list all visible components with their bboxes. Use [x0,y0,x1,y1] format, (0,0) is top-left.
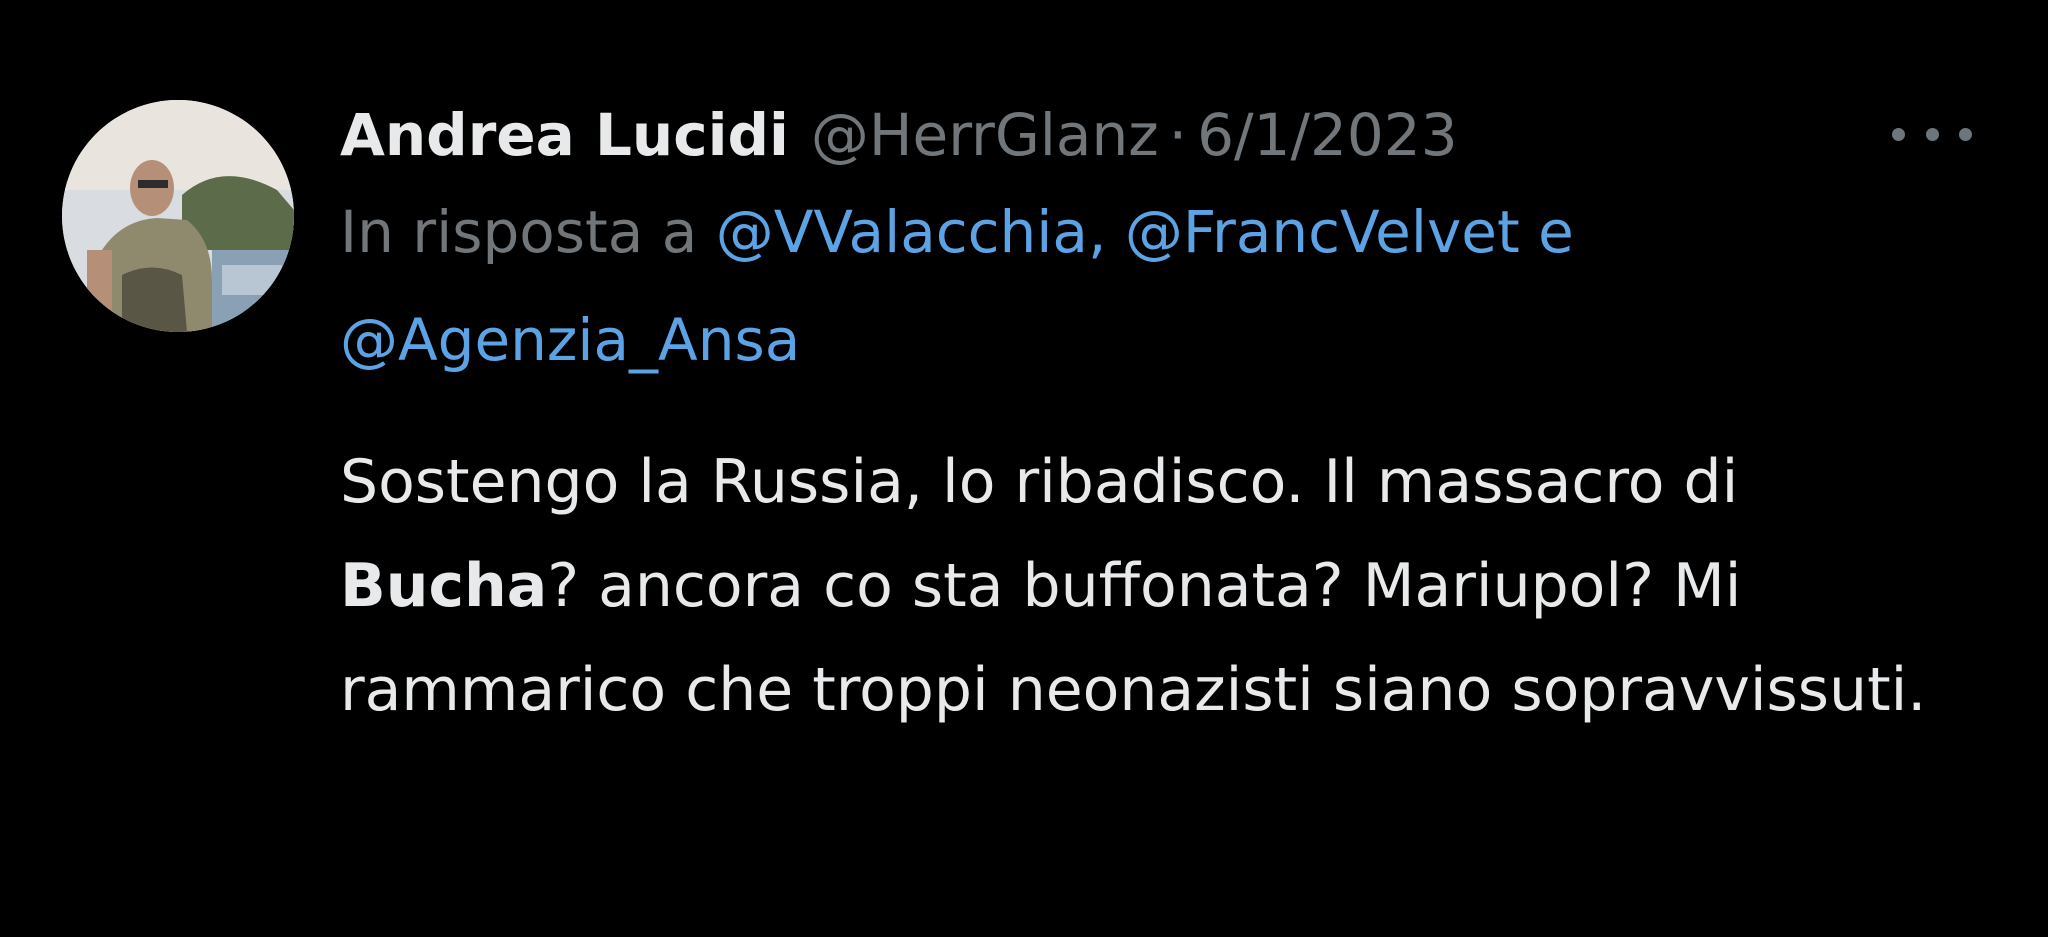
tweet-text: Sostengo la Russia, lo ribadisco. Il mas… [340,430,1980,742]
mention-link[interactable]: @FrancVelvet [1125,198,1520,266]
tweet-content: Andrea Lucidi @HerrGlanz · 6/1/2023 In r… [340,92,1980,742]
ellipsis-dot [1959,127,1972,141]
reply-prefix: In risposta a [340,198,698,266]
ellipsis-dot [1892,127,1905,141]
header-separator: · [1168,101,1188,169]
reply-context: In risposta a @VValacchia, @FrancVelvet … [340,178,1860,394]
tweet-text-bold: Bucha [340,551,548,621]
author-name[interactable]: Andrea Lucidi [340,92,789,178]
tweet-header: Andrea Lucidi @HerrGlanz · 6/1/2023 [340,92,1980,178]
ellipsis-dot [1925,127,1939,141]
tweet-text-part: ? ancora co sta buffonata? Mariupol? Mi … [340,551,1927,725]
avatar[interactable] [62,100,294,332]
tweet[interactable]: Andrea Lucidi @HerrGlanz · 6/1/2023 In r… [0,0,2048,937]
tweet-date[interactable]: 6/1/2023 [1197,92,1458,178]
reply-conjunction: e [1538,198,1574,266]
tweet-text-part: Sostengo la Russia, lo ribadisco. Il mas… [340,447,1739,517]
avatar-photo [62,100,294,332]
mention-link[interactable]: @Agenzia_Ansa [340,306,800,374]
author-handle[interactable]: @HerrGlanz [811,92,1159,178]
ellipsis-icon[interactable] [1892,114,1972,154]
mention-link[interactable]: @VValacchia, [716,198,1107,266]
